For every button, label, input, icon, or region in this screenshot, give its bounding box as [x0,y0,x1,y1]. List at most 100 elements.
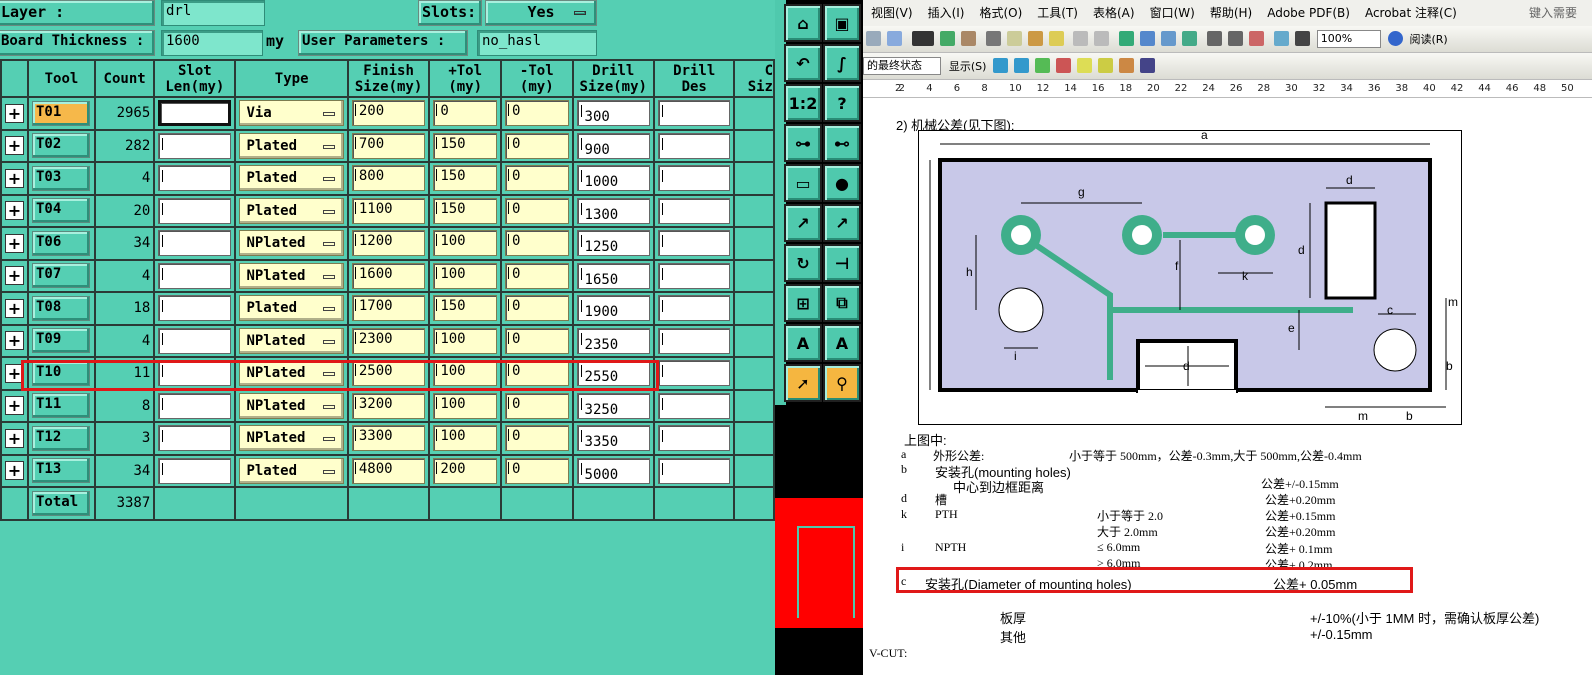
pointer-icon[interactable]: ➚ [784,364,822,402]
dimension-icon[interactable]: A [784,324,822,362]
highlight-icon[interactable] [1098,58,1114,73]
menu-item[interactable]: 表格(A) [1093,6,1135,20]
plus-tol-input[interactable]: 150 [433,165,498,192]
format-painter-icon[interactable] [1048,31,1064,46]
insert-excel-icon[interactable] [1182,31,1198,46]
drill-des-input[interactable] [658,457,731,484]
columns-icon[interactable] [1207,31,1223,46]
type-option-menu[interactable]: NPlated [239,327,344,354]
plus-tol-input[interactable]: 0 [433,100,498,127]
tool-button[interactable]: T06 [32,230,90,256]
finish-size-input[interactable]: 800 [351,165,426,192]
slot-len-input[interactable] [158,457,232,484]
drill-size-input[interactable]: 3350 [576,425,650,452]
menu-item[interactable]: 格式(O) [979,6,1022,20]
tool-button[interactable]: T12 [32,425,90,451]
slot-len-input[interactable] [158,197,232,224]
slot-len-input[interactable] [158,262,232,289]
plus-tol-input[interactable]: 150 [433,132,498,159]
help-icon[interactable]: ? [823,84,861,122]
plus-tol-input[interactable]: 150 [433,295,498,322]
redo-icon[interactable] [1094,31,1110,46]
type-option-menu[interactable]: Via [239,100,344,127]
zoom-combo[interactable]: 100% [1316,30,1381,48]
copy-icon[interactable] [1006,31,1022,46]
final-state-combo[interactable]: 的最终状态 [863,57,941,75]
expand-icon[interactable]: + [5,396,24,416]
menu-item[interactable]: 窗口(W) [1150,6,1195,20]
drill-size-input[interactable]: 1900 [576,295,650,322]
layer-field[interactable]: drl [161,0,265,26]
expand-icon[interactable]: + [5,461,24,481]
plus-tol-input[interactable]: 100 [433,392,498,419]
tool-button[interactable]: T09 [32,328,90,354]
slot-len-input[interactable] [158,230,232,257]
hyperlink-icon[interactable] [1119,31,1135,46]
drill-des-input[interactable] [658,425,731,452]
tool-button[interactable]: T08 [32,295,90,321]
drill-des-input[interactable] [658,295,731,322]
type-option-menu[interactable]: NPlated [239,230,344,257]
drill-size-input[interactable]: 1250 [576,230,650,257]
minus-tol-input[interactable]: 0 [505,132,569,159]
drill-des-input[interactable] [658,132,731,159]
minus-tol-input[interactable]: 0 [505,457,569,484]
drill-des-input[interactable] [658,360,731,387]
document-map-icon[interactable] [1249,31,1265,46]
expand-icon[interactable]: + [5,298,24,318]
type-option-menu[interactable]: Plated [239,132,344,159]
drill-des-input[interactable] [658,100,731,127]
minus-tol-input[interactable]: 0 [505,262,569,289]
plus-tol-input[interactable]: 100 [433,425,498,452]
menu-item[interactable]: Adobe PDF(B) [1267,6,1350,20]
snap-icon[interactable]: ⊞ [784,284,822,322]
expand-icon[interactable]: + [5,266,24,286]
minus-tol-input[interactable]: 0 [505,165,569,192]
expand-icon[interactable]: + [5,331,24,351]
track-changes-icon[interactable] [1119,58,1135,73]
slot-len-input[interactable] [158,360,232,387]
minus-tol-input[interactable]: 0 [505,100,569,127]
slot-len-input[interactable] [158,425,232,452]
user-parameters-field[interactable]: no_hasl [477,30,597,56]
drill-des-input[interactable] [658,165,731,192]
type-option-menu[interactable]: Plated [239,165,344,192]
spelling-icon[interactable] [939,31,955,46]
finish-size-input[interactable]: 2500 [351,360,426,387]
drill-size-input[interactable]: 2550 [576,360,650,387]
drill-size-input[interactable]: 1000 [576,165,650,192]
drill-des-input[interactable] [658,262,731,289]
ruler-icon[interactable]: ▭ [784,164,822,202]
finish-size-input[interactable]: 1700 [351,295,426,322]
drill-size-input[interactable]: 2350 [576,327,650,354]
drill-des-input[interactable] [658,392,731,419]
scale-icon[interactable]: 1:2 [784,84,822,122]
drill-size-input[interactable]: 1650 [576,262,650,289]
plus-tol-input[interactable]: 100 [433,230,498,257]
back-icon[interactable]: ↶ [784,44,822,82]
menu-item[interactable]: 视图(V) [871,6,913,20]
drill-size-input[interactable]: 300 [576,100,650,127]
print-preview-icon[interactable] [887,31,902,46]
plus-tol-input[interactable]: 200 [433,457,498,484]
comment-icon[interactable] [1077,58,1093,73]
paste-icon[interactable] [1027,31,1043,46]
menu-item[interactable]: 插入(I) [928,6,965,20]
minus-tol-input[interactable]: 0 [505,425,569,452]
horizontal-ruler[interactable]: 2 2 4 6 8 10 12 14 16 18 20 22 24 26 28 30 32 34 36 38 40 42 4… [863,80,1592,98]
undo-icon[interactable]: ↻ [784,244,822,282]
arrow-dimension-icon[interactable]: A [823,324,861,362]
minus-tol-input[interactable]: 0 [505,360,569,387]
menu-item[interactable]: 工具(T) [1037,6,1078,20]
flip-icon[interactable]: ⊣ [823,244,861,282]
measure-icon[interactable]: ↗ [823,204,861,242]
help-search-input[interactable]: 键入需要 [1529,0,1577,26]
research-icon[interactable] [960,31,976,46]
slot-len-input[interactable] [158,100,232,127]
type-option-menu[interactable]: Plated [239,295,344,322]
slot-len-input[interactable] [158,295,232,322]
read-mode-button[interactable]: 阅读(R) [1409,33,1447,46]
insert-table-icon[interactable] [1161,31,1177,46]
chinese-layout-icon[interactable] [911,31,934,46]
type-option-menu[interactable]: NPlated [239,262,344,289]
